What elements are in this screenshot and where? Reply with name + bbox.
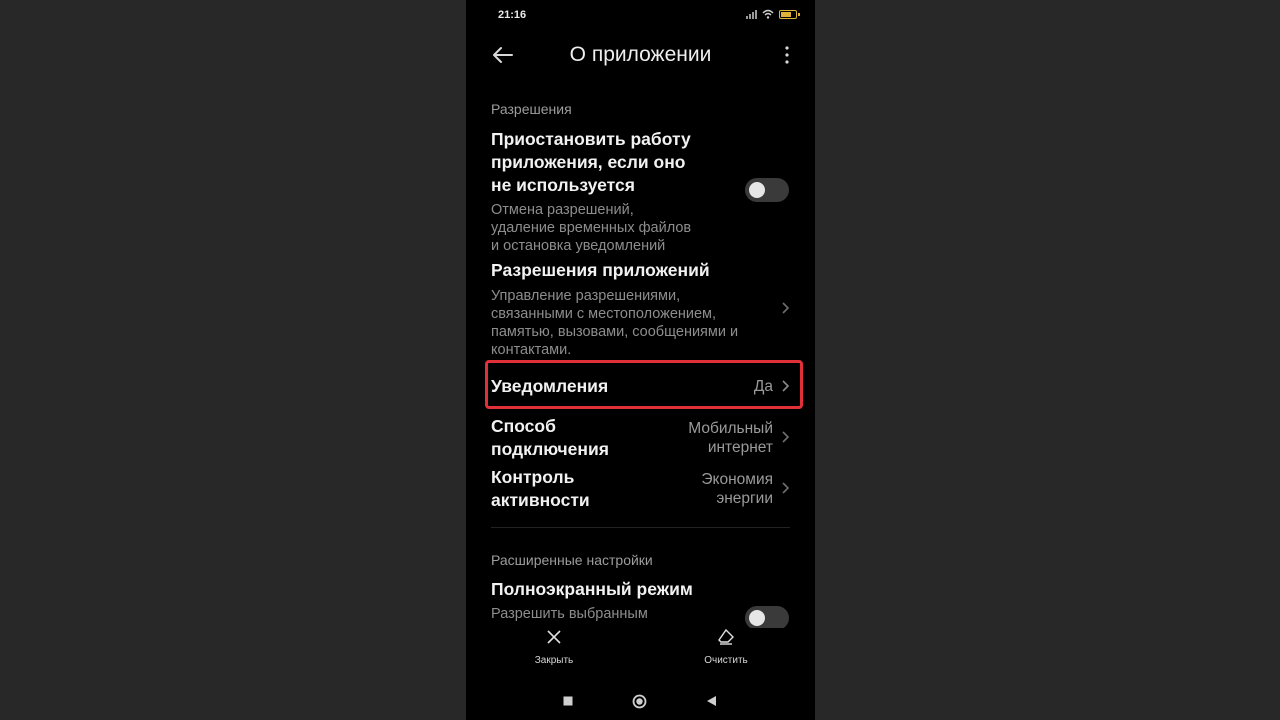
pause-app-title-line-2: приложения, если оно xyxy=(491,152,686,172)
pause-app-subtitle-line-3: и остановка уведомлений xyxy=(491,238,666,254)
home-circle-icon[interactable] xyxy=(632,694,647,709)
toggle-knob xyxy=(749,182,765,198)
app-bar: О приложении xyxy=(466,32,815,78)
clear-button[interactable]: Очистить xyxy=(681,628,771,666)
chevron-right-icon xyxy=(782,431,790,443)
status-time: 21:16 xyxy=(498,9,527,21)
chevron-right-icon xyxy=(782,302,790,314)
system-nav-bar xyxy=(466,690,815,718)
close-button[interactable]: Закрыть xyxy=(509,628,599,666)
app-permissions-title: Разрешения приложений xyxy=(491,260,710,280)
close-label: Закрыть xyxy=(534,655,574,666)
fullscreen-toggle[interactable] xyxy=(745,606,789,630)
battery-icon xyxy=(779,9,800,19)
back-triangle-icon[interactable] xyxy=(706,695,717,707)
chevron-right-icon xyxy=(782,482,790,494)
fullscreen-subtitle: Разрешить выбранным xyxy=(491,606,648,622)
app-permissions-subtitle-line-3: памятью, вызовами, сообщениями и xyxy=(491,324,739,340)
eraser-icon xyxy=(718,628,734,645)
section-divider xyxy=(491,527,790,528)
pause-app-subtitle-line-2: удаление временных файлов xyxy=(491,220,692,236)
activity-value-line-2: энергии xyxy=(716,490,773,507)
pause-app-title-line-3: не используется xyxy=(491,175,635,195)
app-permissions-subtitle-line-2: связанными с местоположением, xyxy=(491,306,717,322)
pause-app-title-line-1: Приостановить работу xyxy=(491,129,691,149)
bottom-action-bar: Закрыть Очистить xyxy=(466,628,815,672)
page-title: О приложении xyxy=(569,43,712,66)
connection-value-line-2: интернет xyxy=(707,439,773,456)
pause-app-toggle[interactable] xyxy=(745,178,789,202)
close-icon xyxy=(547,630,561,644)
pause-app-subtitle-line-1: Отмена разрешений, xyxy=(491,202,634,218)
signal-icon xyxy=(746,9,757,19)
status-bar: 21:16 xyxy=(466,0,815,30)
app-permissions-subtitle-line-4: контактами. xyxy=(491,342,572,358)
activity-title-line-2: активности xyxy=(491,490,590,510)
fullscreen-title: Полноэкранный режим xyxy=(491,579,693,599)
activity-title-line-1: Контроль xyxy=(491,467,575,487)
wifi-icon xyxy=(762,9,774,19)
status-icons xyxy=(746,9,800,19)
connection-title-line-2: подключения xyxy=(491,439,609,459)
connection-title-line-1: Способ xyxy=(491,416,556,436)
connection-value-line-1: Мобильный xyxy=(688,420,773,437)
toggle-knob xyxy=(749,610,765,626)
recents-square-icon[interactable] xyxy=(563,696,573,706)
clear-label: Очистить xyxy=(704,655,748,666)
section-header-advanced: Расширенные настройки xyxy=(491,552,653,568)
notifications-highlight-frame xyxy=(485,360,803,409)
app-permissions-subtitle-line-1: Управление разрешениями, xyxy=(491,288,681,304)
more-vertical-icon[interactable] xyxy=(781,44,793,66)
activity-value-line-1: Экономия xyxy=(701,471,773,488)
section-header-permissions: Разрешения xyxy=(491,101,572,117)
